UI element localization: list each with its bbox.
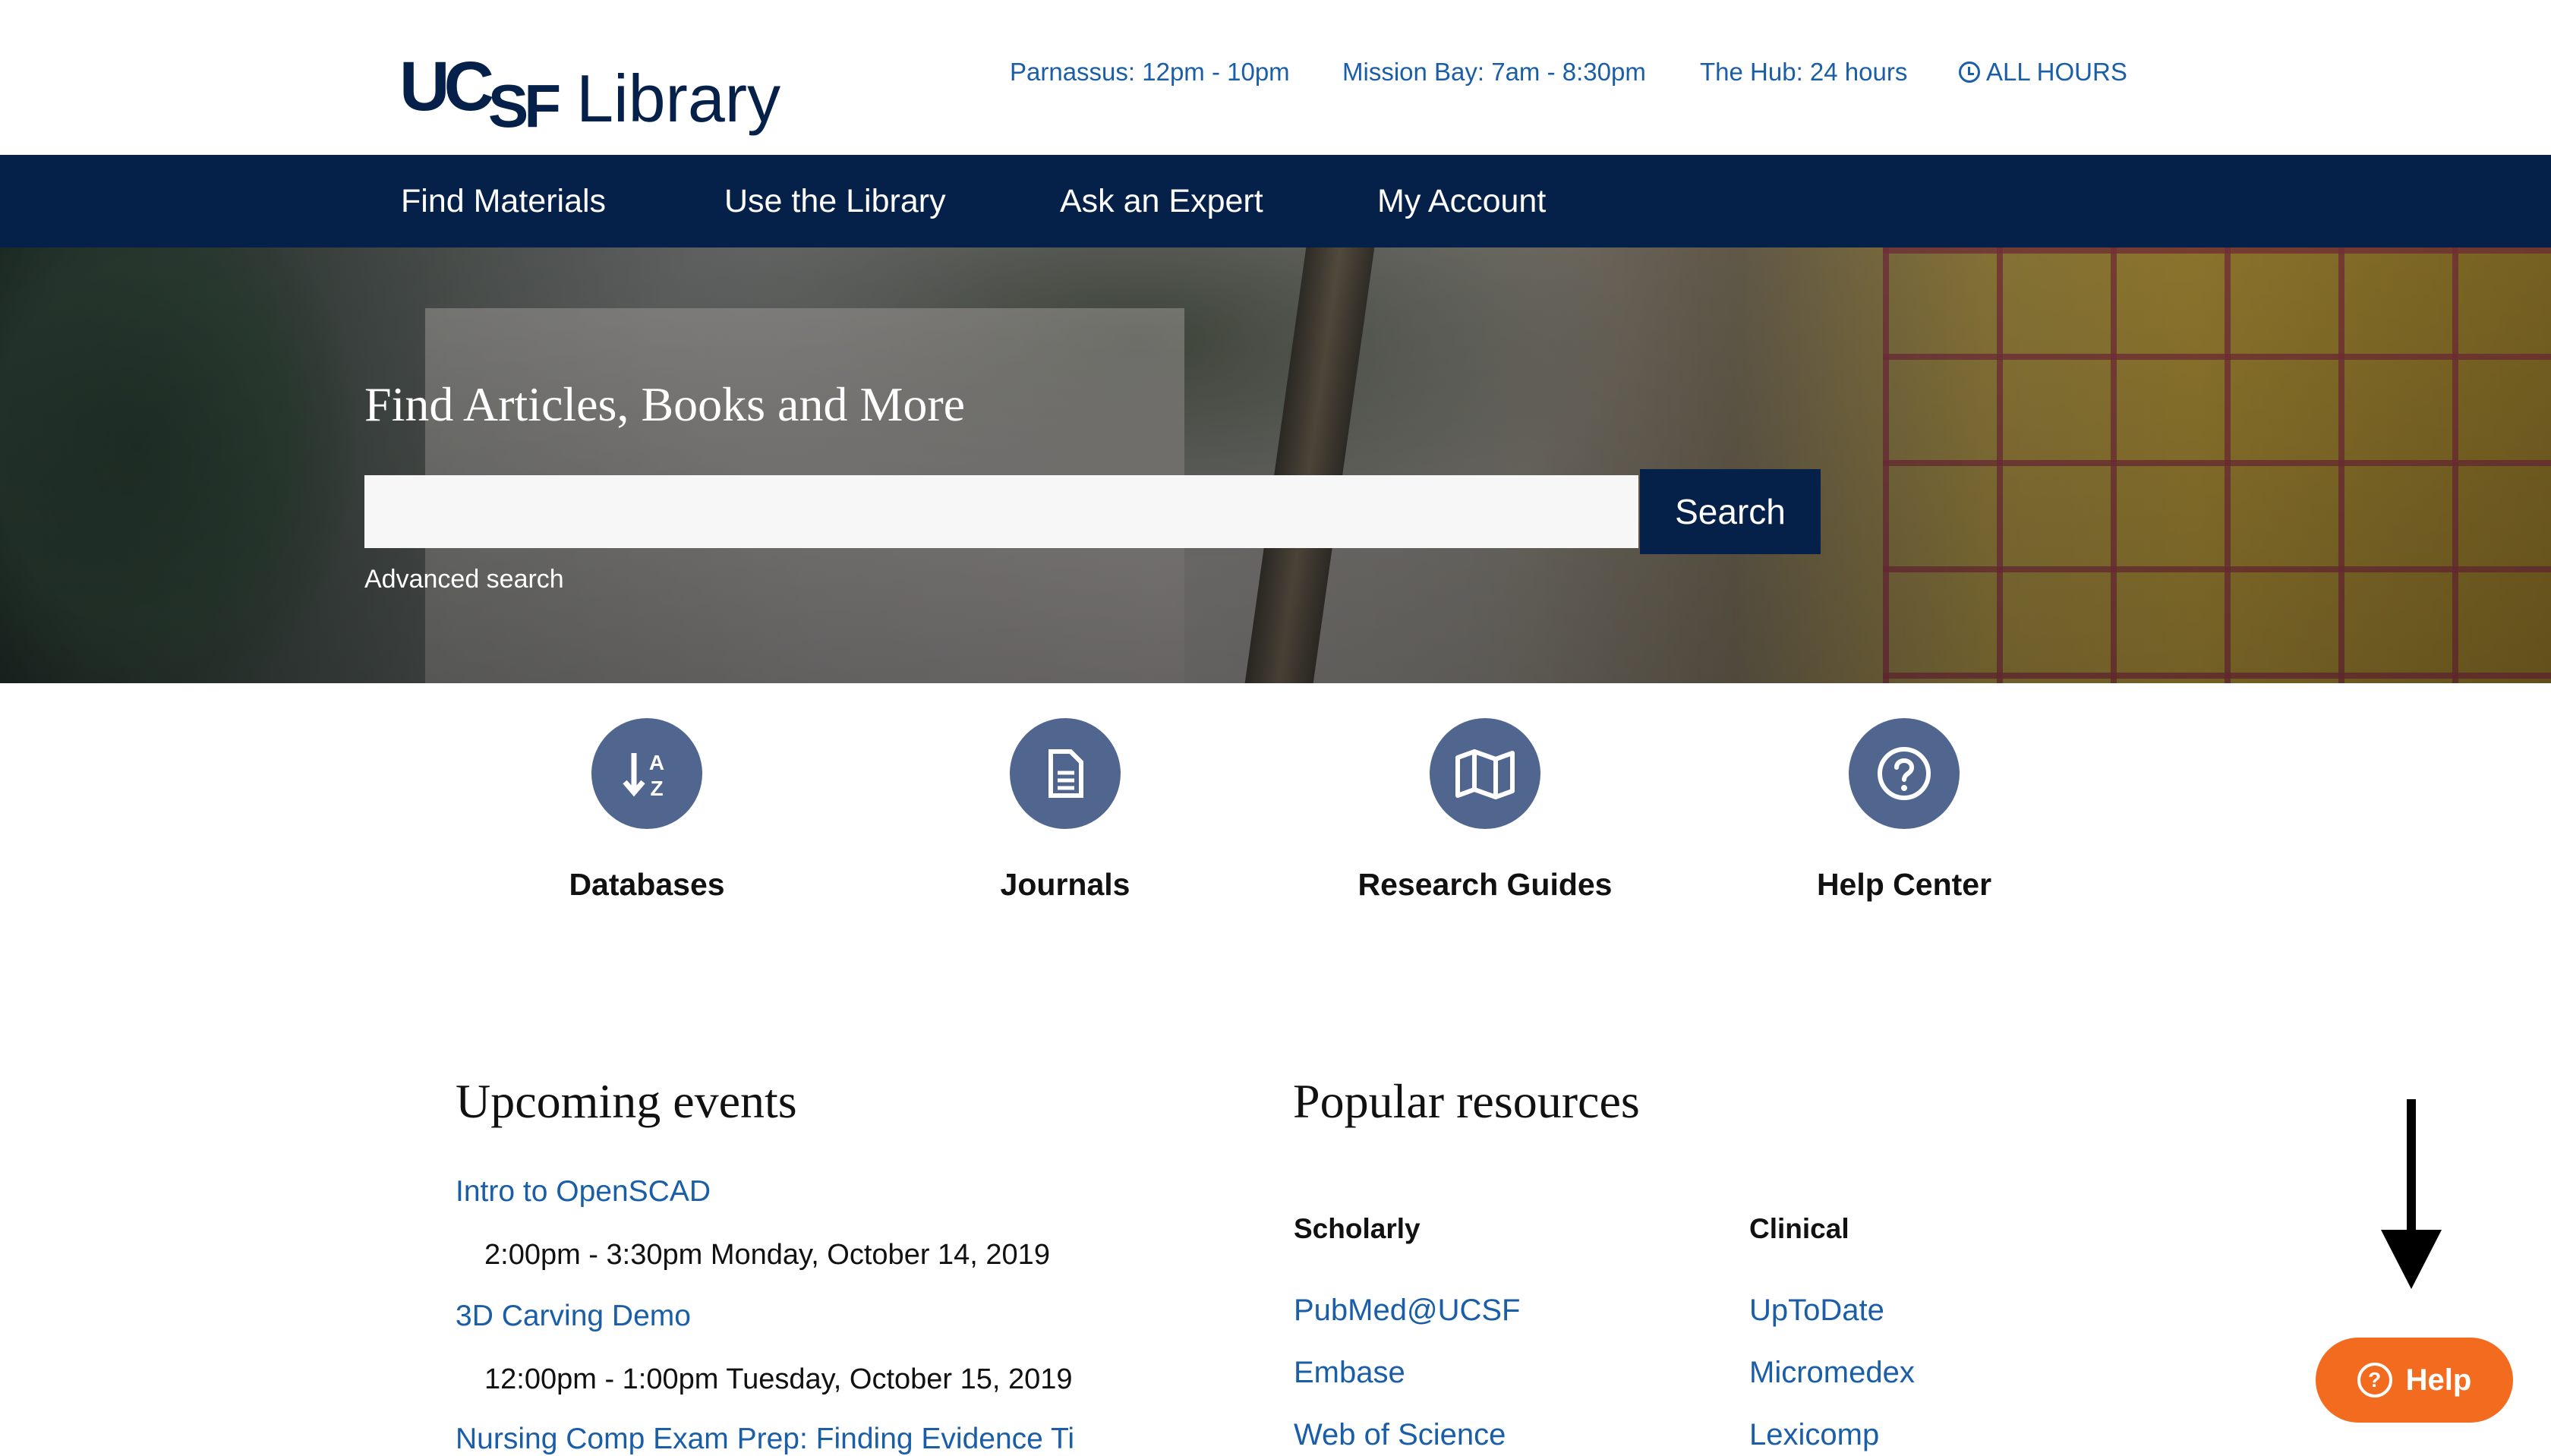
resource-link-micromedex[interactable]: Micromedex (1749, 1356, 1915, 1390)
arrow-down-icon (2407, 1099, 2416, 1236)
sort-az-icon: A Z (591, 718, 702, 829)
upcoming-events-title: Upcoming events (456, 1074, 797, 1128)
popular-resources-title: Popular resources (1293, 1074, 1640, 1128)
document-icon (1010, 718, 1121, 829)
search-button[interactable]: Search (1640, 469, 1821, 554)
nav-find-materials[interactable]: Find Materials (401, 155, 606, 247)
nav-my-account[interactable]: My Account (1377, 155, 1546, 247)
nav-ask-an-expert[interactable]: Ask an Expert (1060, 155, 1263, 247)
question-icon (1849, 718, 1960, 829)
all-hours-label: ALL HOURS (1986, 58, 2127, 86)
nav-use-the-library[interactable]: Use the Library (724, 155, 946, 247)
clinical-heading: Clinical (1749, 1213, 1849, 1244)
help-widget-label: Help (2405, 1363, 2472, 1397)
resource-link-web-of-science[interactable]: Web of Science (1294, 1418, 1506, 1452)
main-nav: Find Materials Use the Library Ask an Ex… (0, 155, 2551, 247)
hours-the-hub[interactable]: The Hub: 24 hours (1700, 58, 1907, 87)
question-circle-icon: ? (2357, 1363, 2392, 1398)
resource-link-uptodate[interactable]: UpToDate (1749, 1294, 1884, 1328)
event-time: 2:00pm - 3:30pm Monday, October 14, 2019 (484, 1239, 1050, 1271)
clock-icon (1959, 61, 1980, 83)
search-input[interactable] (364, 475, 1638, 548)
quick-link-label: Journals (1000, 867, 1130, 902)
logo-mark-sf: SF (487, 72, 561, 140)
quick-link-journals[interactable]: Journals (868, 718, 1263, 903)
help-widget-button[interactable]: ? Help (2316, 1338, 2513, 1423)
advanced-search-link[interactable]: Advanced search (364, 565, 564, 594)
quick-link-help-center[interactable]: Help Center (1707, 718, 2102, 903)
hours-mission-bay[interactable]: Mission Bay: 7am - 8:30pm (1342, 58, 1646, 87)
event-link[interactable]: 3D Carving Demo (456, 1300, 691, 1333)
quick-link-research-guides[interactable]: Research Guides (1288, 718, 1682, 903)
quick-link-databases[interactable]: A Z Databases (449, 718, 844, 903)
resource-link-lexicomp[interactable]: Lexicomp (1749, 1418, 1879, 1452)
all-hours-link[interactable]: ALL HOURS (1959, 58, 2127, 87)
ucsf-logo-mark: UCSF (399, 52, 561, 137)
svg-text:Z: Z (650, 777, 663, 800)
event-link[interactable]: Nursing Comp Exam Prep: Finding Evidence… (456, 1423, 1074, 1456)
map-icon (1430, 718, 1540, 829)
ucsf-library-logo[interactable]: UCSF Library (399, 30, 780, 137)
quick-link-label: Research Guides (1357, 867, 1613, 902)
logo-text: Library (576, 61, 781, 136)
hero-banner: Find Articles, Books and More Search Adv… (0, 247, 2551, 683)
resource-link-pubmed[interactable]: PubMed@UCSF (1294, 1294, 1520, 1328)
quick-link-label: Databases (569, 867, 725, 902)
svg-text:A: A (649, 751, 664, 774)
scholarly-heading: Scholarly (1294, 1213, 1421, 1244)
event-time: 12:00pm - 1:00pm Tuesday, October 15, 20… (484, 1363, 1073, 1395)
logo-mark-uc: UC (399, 48, 494, 125)
resource-link-embase[interactable]: Embase (1294, 1356, 1405, 1390)
hours-parnassus[interactable]: Parnassus: 12pm - 10pm (1010, 58, 1290, 87)
event-link[interactable]: Intro to OpenSCAD (456, 1175, 711, 1209)
arrow-head (2381, 1230, 2442, 1289)
hero-title: Find Articles, Books and More (364, 377, 966, 431)
quick-link-label: Help Center (1816, 867, 1992, 902)
